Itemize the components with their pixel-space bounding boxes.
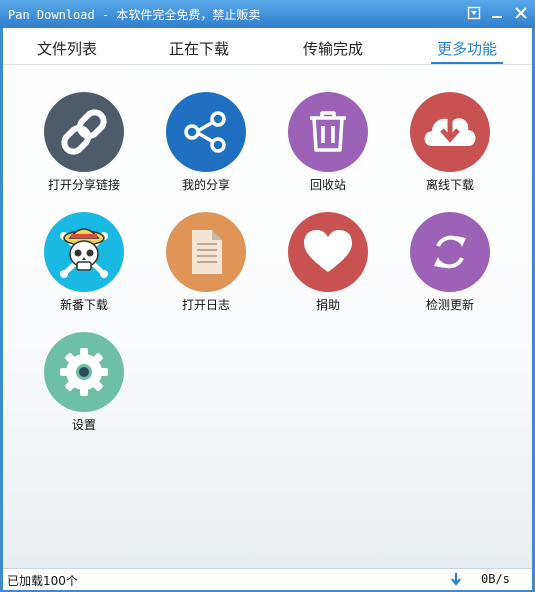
feature-label: 打开分享链接 — [47, 178, 120, 192]
main-content: 文件列表 正在下载 传输完成 更多功能 打开分享链接 我的分享 回收站 离线下载… — [3, 28, 532, 568]
feature-label: 打开日志 — [181, 298, 230, 312]
app-window: Pan Download - 本软件完全免费，禁止贩卖 文件列表 正在下载 传输… — [0, 0, 535, 592]
download-arrow-icon — [451, 573, 461, 586]
recycle-bin-button[interactable]: 回收站 — [273, 92, 383, 202]
active-tab-indicator — [431, 62, 503, 64]
feature-label: 我的分享 — [181, 178, 230, 192]
settings-button[interactable]: 设置 — [29, 332, 139, 442]
skull-icon — [44, 212, 124, 292]
trash-icon — [288, 92, 368, 172]
share-icon — [166, 92, 246, 172]
title-bar[interactable]: Pan Download - 本软件完全免费，禁止贩卖 — [0, 0, 535, 28]
tab-completed[interactable]: 传输完成 — [297, 38, 369, 59]
tab-more-features[interactable]: 更多功能 — [431, 38, 503, 59]
close-button[interactable] — [513, 5, 529, 21]
cloud-download-icon — [410, 92, 490, 172]
anime-download-button[interactable]: 新番下载 — [29, 212, 139, 322]
download-speed: 0B/s — [481, 572, 510, 586]
my-share-button[interactable]: 我的分享 — [151, 92, 261, 202]
dropdown-icon — [467, 6, 481, 20]
feature-label: 新番下载 — [59, 298, 108, 312]
feature-label: 检测更新 — [425, 298, 474, 312]
gear-icon — [44, 332, 124, 412]
check-update-button[interactable]: 检测更新 — [395, 212, 505, 322]
offline-download-button[interactable]: 离线下载 — [395, 92, 505, 202]
tab-bar: 文件列表 正在下载 传输完成 更多功能 — [3, 28, 532, 65]
heart-icon — [288, 212, 368, 292]
feature-label: 离线下载 — [425, 178, 474, 192]
open-share-link-button[interactable]: 打开分享链接 — [29, 92, 139, 202]
tab-downloading[interactable]: 正在下载 — [163, 38, 235, 59]
open-log-button[interactable]: 打开日志 — [151, 212, 261, 322]
loaded-count: 已加载100个 — [7, 574, 78, 588]
status-bar: 已加载100个 0B/s — [3, 568, 532, 590]
dropdown-menu-button[interactable] — [466, 5, 482, 21]
minimize-icon — [492, 16, 502, 18]
document-icon — [166, 212, 246, 292]
link-icon — [44, 92, 124, 172]
close-icon — [515, 7, 527, 19]
feature-label: 设置 — [71, 418, 96, 432]
donate-button[interactable]: 捐助 — [273, 212, 383, 322]
window-title: Pan Download - 本软件完全免费，禁止贩卖 — [8, 8, 261, 22]
minimize-button[interactable] — [489, 5, 505, 21]
feature-label: 捐助 — [315, 298, 340, 312]
feature-label: 回收站 — [309, 178, 346, 192]
refresh-icon — [410, 212, 490, 292]
tab-file-list[interactable]: 文件列表 — [31, 38, 103, 59]
